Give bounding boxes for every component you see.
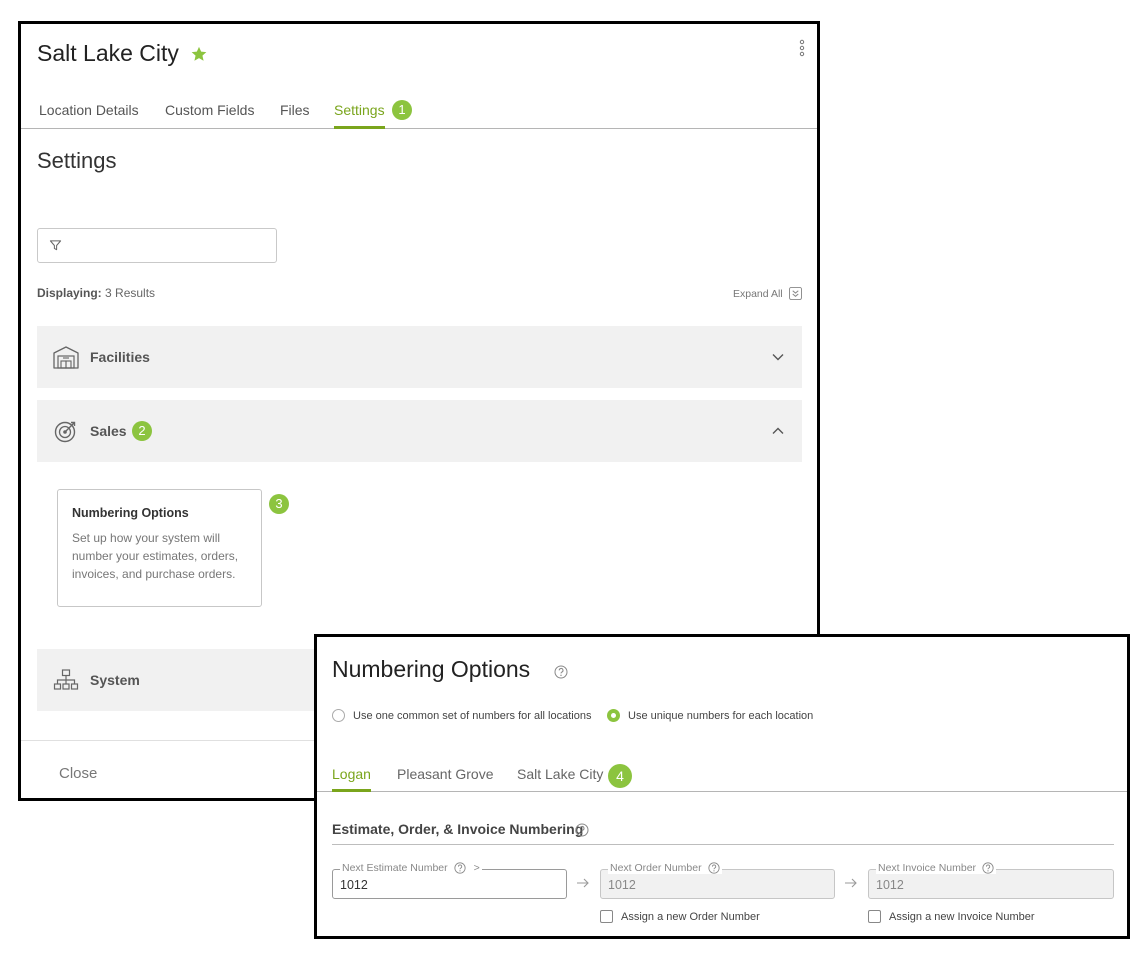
chevron-down-icon (772, 354, 784, 361)
next-order-number-field[interactable]: Next Order Number 1012 (600, 862, 835, 899)
assign-order-checkbox-row[interactable]: Assign a new Order Number (600, 910, 760, 923)
next-invoice-number-value: 1012 (876, 878, 904, 892)
next-order-number-label: Next Order Number (608, 862, 722, 874)
section-divider (332, 844, 1114, 845)
tab-logan[interactable]: Logan (332, 766, 371, 792)
next-order-number-label-text: Next Order Number (610, 862, 702, 874)
arrow-right-icon (845, 878, 857, 888)
assign-invoice-checkbox[interactable] (868, 910, 881, 923)
next-invoice-number-field[interactable]: Next Invoice Number 1012 (868, 862, 1114, 899)
accordion-sales-label: Sales (90, 423, 127, 439)
expand-all-button[interactable]: Expand All (733, 287, 802, 300)
displaying-value: 3 Results (105, 286, 156, 300)
favorite-star-icon[interactable] (190, 45, 208, 63)
location-tabs: Location Details Custom Fields Files Set… (21, 96, 817, 129)
settings-heading: Settings (37, 148, 117, 173)
next-estimate-number-label-text: Next Estimate Number (342, 862, 448, 874)
tab-pleasant-grove[interactable]: Pleasant Grove (397, 766, 494, 792)
estimate-label-suffix: > (473, 862, 480, 874)
accordion-sales[interactable]: Sales 2 (37, 400, 802, 462)
invoice-help-icon[interactable] (982, 862, 994, 874)
assign-invoice-label: Assign a new Invoice Number (889, 910, 1035, 923)
tab-settings[interactable]: Settings (334, 102, 385, 129)
sitemap-icon (53, 669, 79, 690)
assign-order-label: Assign a new Order Number (621, 910, 760, 923)
more-options-icon[interactable] (798, 39, 806, 57)
next-estimate-number-label: Next Estimate Number > (340, 862, 482, 874)
estimate-help-icon[interactable] (454, 862, 466, 874)
assign-order-checkbox[interactable] (600, 910, 613, 923)
numbering-options-panel: Numbering Options Use one common set of … (314, 634, 1130, 939)
tab-custom-fields[interactable]: Custom Fields (165, 102, 254, 129)
tab-location-details[interactable]: Location Details (39, 102, 139, 129)
section-help-icon[interactable] (575, 823, 589, 837)
order-help-icon[interactable] (708, 862, 720, 874)
step-badge-2: 2 (132, 421, 152, 441)
numbering-title: Numbering Options (332, 656, 531, 682)
location-number-tabs: Logan Pleasant Grove Salt Lake City 4 (317, 762, 1127, 792)
results-count: Displaying: 3 Results (37, 286, 155, 300)
step-badge-4: 4 (608, 764, 632, 788)
warehouse-icon (53, 346, 79, 369)
accordion-facilities-label: Facilities (90, 349, 150, 365)
next-estimate-number-value: 1012 (340, 878, 368, 892)
card-title: Numbering Options (72, 506, 189, 520)
assign-invoice-checkbox-row[interactable]: Assign a new Invoice Number (868, 910, 1035, 923)
card-description: Set up how your system will number your … (72, 531, 239, 581)
filter-icon (49, 240, 62, 251)
page-title-row: Salt Lake City (37, 40, 208, 67)
step-badge-3: 3 (269, 494, 289, 514)
accordion-system-label: System (90, 672, 140, 688)
displaying-label: Displaying: (37, 286, 102, 300)
target-icon (54, 421, 76, 443)
radio-unique-numbers[interactable]: Use unique numbers for each location (607, 709, 813, 722)
numbering-section-heading: Estimate, Order, & Invoice Numbering (332, 821, 583, 837)
chevron-up-icon (772, 427, 784, 434)
expand-all-icon (788, 287, 802, 300)
accordion-facilities[interactable]: Facilities (37, 326, 802, 388)
numbering-section-heading-label: Estimate, Order, & Invoice Numbering (332, 821, 584, 837)
page-title: Salt Lake City (37, 40, 179, 66)
radio-unique-button[interactable] (607, 709, 620, 722)
next-invoice-number-label-text: Next Invoice Number (878, 862, 977, 874)
step-badge-1: 1 (392, 100, 412, 120)
radio-unique-label: Use unique numbers for each location (628, 709, 814, 722)
numbering-options-card[interactable]: Numbering Options Set up how your system… (57, 489, 262, 607)
radio-common-numbers[interactable]: Use one common set of numbers for all lo… (332, 709, 591, 722)
tab-salt-lake-city[interactable]: Salt Lake City (517, 766, 603, 792)
arrow-right-icon (577, 878, 589, 888)
settings-filter-input[interactable] (37, 228, 277, 263)
tab-files[interactable]: Files (280, 102, 310, 129)
next-order-number-value: 1012 (608, 878, 636, 892)
radio-common-button[interactable] (332, 709, 345, 722)
radio-common-label: Use one common set of numbers for all lo… (353, 709, 592, 722)
close-button[interactable]: Close (59, 765, 97, 782)
help-icon[interactable] (554, 665, 568, 679)
next-estimate-number-field[interactable]: Next Estimate Number > 1012 (332, 862, 567, 899)
expand-all-label: Expand All (733, 287, 783, 300)
next-invoice-number-label: Next Invoice Number (876, 862, 997, 874)
